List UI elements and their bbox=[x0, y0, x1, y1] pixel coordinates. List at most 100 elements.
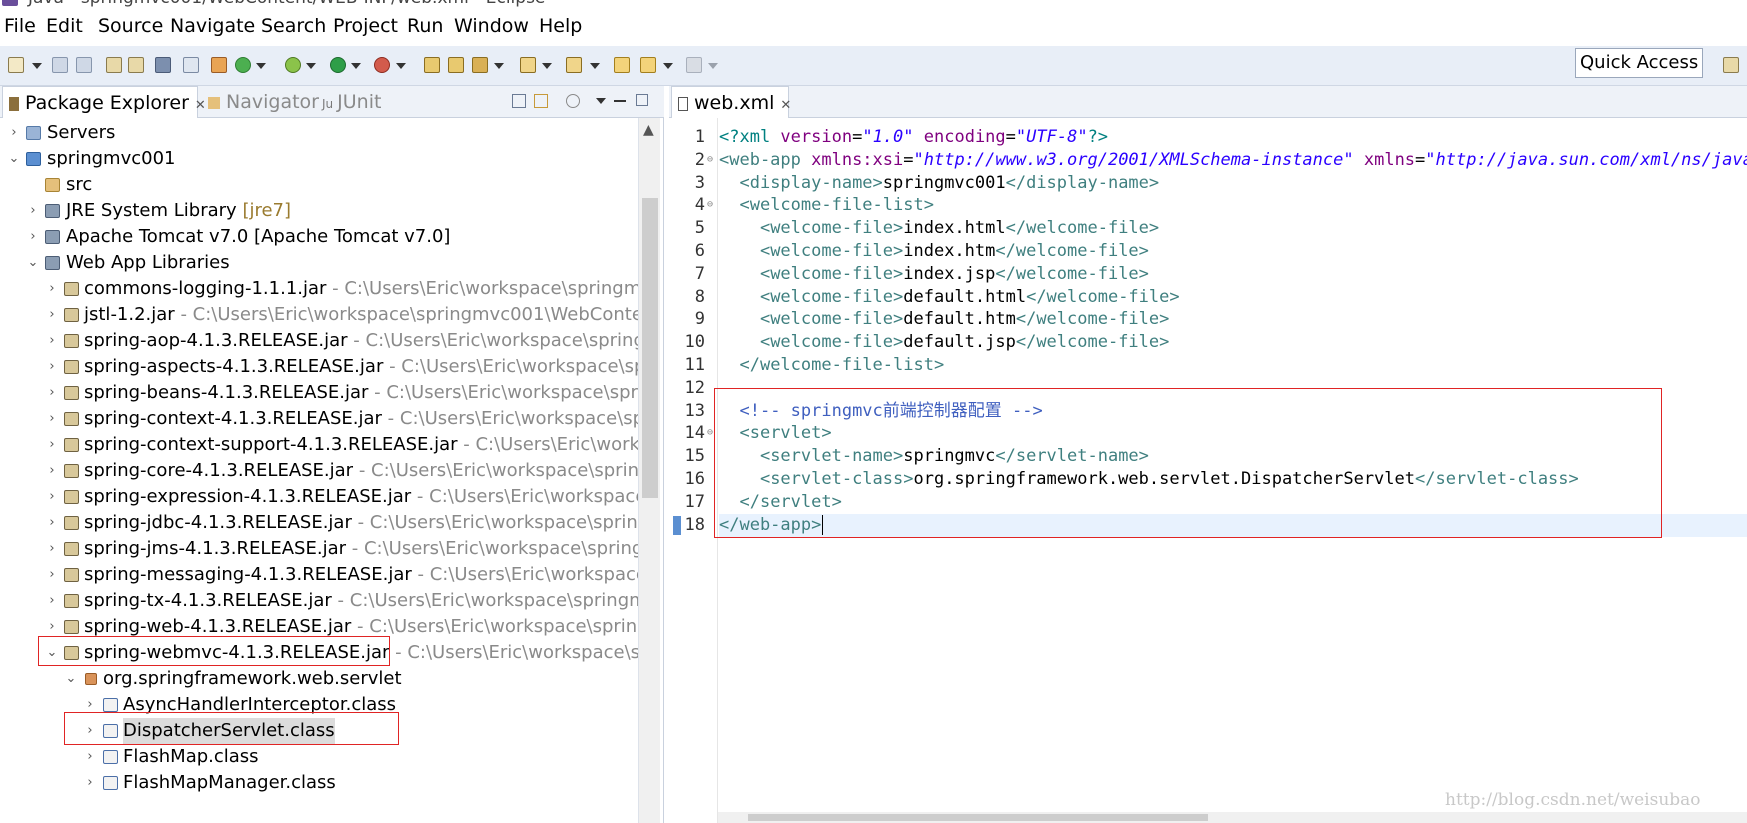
menu-window[interactable]: Window bbox=[454, 15, 529, 37]
annotation-next-icon[interactable] bbox=[520, 57, 536, 73]
tree-item-class[interactable]: › FlashMap.class bbox=[0, 744, 640, 770]
run-dropdown-icon[interactable] bbox=[351, 63, 361, 69]
tree-item-class[interactable]: › FlashMapManager.class bbox=[0, 770, 640, 796]
open-console-icon[interactable] bbox=[128, 57, 144, 73]
new-java-project-icon[interactable] bbox=[211, 57, 227, 73]
tree-vertical-scrollbar[interactable]: ▲ bbox=[638, 118, 660, 823]
code-line[interactable]: <welcome-file>default.htm</welcome-file> bbox=[719, 308, 1169, 331]
scrollbar-thumb[interactable] bbox=[748, 814, 1208, 821]
new-icon[interactable] bbox=[8, 57, 24, 73]
chevron-right-icon[interactable]: › bbox=[46, 510, 58, 536]
save-icon[interactable] bbox=[52, 57, 68, 73]
chevron-right-icon[interactable]: › bbox=[46, 302, 58, 328]
chevron-right-icon[interactable]: › bbox=[46, 328, 58, 354]
tree-item-springmvc001[interactable]: ⌄ springmvc001 bbox=[0, 146, 640, 172]
view-menu-icon[interactable] bbox=[596, 98, 606, 104]
back-dropdown-icon[interactable] bbox=[663, 63, 673, 69]
code-line[interactable]: <welcome-file>default.jsp</welcome-file> bbox=[719, 331, 1169, 354]
close-icon[interactable]: ✕ bbox=[780, 98, 791, 113]
tree-item-jar[interactable]: › jstl-1.2.jar - C:\Users\Eric\workspace… bbox=[0, 302, 640, 328]
chevron-right-icon[interactable]: › bbox=[46, 354, 58, 380]
tree-item-jar[interactable]: › commons-logging-1.1.1.jar - C:\Users\E… bbox=[0, 276, 640, 302]
tree-item-jar[interactable]: › spring-expression-4.1.3.RELEASE.jar - … bbox=[0, 484, 640, 510]
chevron-right-icon[interactable]: › bbox=[46, 458, 58, 484]
tree-item-jre-library[interactable]: › JRE System Library [jre7] bbox=[0, 198, 640, 224]
code-line[interactable]: <?xml version="1.0" encoding="UTF-8"?> bbox=[719, 126, 1108, 149]
code-line[interactable]: <welcome-file>index.htm</welcome-file> bbox=[719, 240, 1149, 263]
tree-item-jar[interactable]: › spring-core-4.1.3.RELEASE.jar - C:\Use… bbox=[0, 458, 640, 484]
menu-file[interactable]: File bbox=[4, 15, 36, 37]
chevron-right-icon[interactable]: › bbox=[46, 432, 58, 458]
chevron-down-icon[interactable]: ⌄ bbox=[8, 146, 20, 172]
menu-source[interactable]: Source bbox=[98, 15, 163, 37]
skip-breakpoints-icon[interactable] bbox=[183, 57, 199, 73]
external-tools-dropdown-icon[interactable] bbox=[396, 63, 406, 69]
chevron-right-icon[interactable]: › bbox=[46, 406, 58, 432]
tab-junit[interactable]: Ju JUnit bbox=[316, 86, 387, 118]
last-edit-icon[interactable] bbox=[614, 57, 630, 73]
maximize-icon[interactable] bbox=[636, 94, 648, 106]
refresh-dropdown-icon[interactable] bbox=[256, 63, 266, 69]
code-line[interactable]: <welcome-file>index.jsp</welcome-file> bbox=[719, 263, 1149, 286]
tree-item-jar[interactable]: › spring-beans-4.1.3.RELEASE.jar - C:\Us… bbox=[0, 380, 640, 406]
fold-toggle-icon[interactable]: ⊖ bbox=[707, 199, 713, 210]
focus-active-task-icon[interactable] bbox=[566, 94, 580, 108]
annotation-next-dropdown-icon[interactable] bbox=[542, 63, 552, 69]
menu-project[interactable]: Project bbox=[333, 15, 398, 37]
fold-toggle-icon[interactable]: ⊖ bbox=[707, 427, 713, 438]
collapse-all-icon[interactable] bbox=[512, 94, 526, 108]
chevron-right-icon[interactable]: › bbox=[46, 536, 58, 562]
debug-icon[interactable] bbox=[285, 57, 301, 73]
search-dropdown-icon[interactable] bbox=[494, 63, 504, 69]
back-icon[interactable] bbox=[640, 57, 656, 73]
new-dropdown-icon[interactable] bbox=[32, 63, 42, 69]
chevron-right-icon[interactable]: › bbox=[46, 562, 58, 588]
scrollbar-thumb[interactable] bbox=[642, 198, 658, 498]
tab-navigator[interactable]: Navigator bbox=[202, 86, 325, 118]
chevron-right-icon[interactable]: › bbox=[8, 120, 20, 146]
tree-item-web-app-libraries[interactable]: ⌄ Web App Libraries bbox=[0, 250, 640, 276]
properties-icon[interactable] bbox=[106, 57, 122, 73]
chevron-right-icon[interactable]: › bbox=[46, 276, 58, 302]
code-line[interactable]: <welcome-file>index.html</welcome-file> bbox=[719, 217, 1159, 240]
chevron-right-icon[interactable]: › bbox=[46, 484, 58, 510]
fold-toggle-icon[interactable]: ⊖ bbox=[707, 154, 713, 165]
chevron-right-icon[interactable]: › bbox=[46, 380, 58, 406]
annotation-prev-icon[interactable] bbox=[566, 57, 582, 73]
tree-item-tomcat[interactable]: › Apache Tomcat v7.0 [Apache Tomcat v7.0… bbox=[0, 224, 640, 250]
annotation-prev-dropdown-icon[interactable] bbox=[590, 63, 600, 69]
code-line[interactable]: <web-app xmlns:xsi="http://www.w3.org/20… bbox=[719, 149, 1747, 172]
chevron-down-icon[interactable]: ⌄ bbox=[27, 250, 39, 276]
editor-horizontal-scrollbar[interactable] bbox=[718, 812, 1747, 823]
external-tools-icon[interactable] bbox=[374, 57, 390, 73]
search-tool-icon[interactable] bbox=[472, 57, 488, 73]
terminal-icon[interactable] bbox=[155, 57, 171, 73]
quick-access-field[interactable]: Quick Access bbox=[1575, 48, 1703, 78]
tree-item-jar[interactable]: › spring-context-4.1.3.RELEASE.jar - C:\… bbox=[0, 406, 640, 432]
chevron-right-icon[interactable]: › bbox=[46, 588, 58, 614]
tree-item-jar[interactable]: › spring-aspects-4.1.3.RELEASE.jar - C:\… bbox=[0, 354, 640, 380]
menu-run[interactable]: Run bbox=[407, 15, 443, 37]
code-line[interactable]: </welcome-file-list> bbox=[719, 354, 944, 377]
tab-web-xml[interactable]: web.xml ✕ bbox=[671, 86, 791, 118]
tree-item-jar[interactable]: › spring-jdbc-4.1.3.RELEASE.jar - C:\Use… bbox=[0, 510, 640, 536]
code-line[interactable]: <welcome-file-list> bbox=[719, 194, 933, 217]
minimize-icon[interactable] bbox=[614, 100, 626, 102]
open-perspective-icon[interactable] bbox=[1723, 57, 1739, 73]
open-type-icon[interactable] bbox=[424, 57, 440, 73]
tree-item-jar[interactable]: › spring-messaging-4.1.3.RELEASE.jar - C… bbox=[0, 562, 640, 588]
refresh-icon[interactable] bbox=[235, 57, 251, 73]
scroll-up-icon[interactable]: ▲ bbox=[643, 122, 654, 138]
tree-item-jar[interactable]: › spring-jms-4.1.3.RELEASE.jar - C:\User… bbox=[0, 536, 640, 562]
debug-dropdown-icon[interactable] bbox=[306, 63, 316, 69]
chevron-down-icon[interactable]: ⌄ bbox=[65, 666, 77, 692]
tree-item-package[interactable]: ⌄ org.springframework.web.servlet bbox=[0, 666, 640, 692]
run-icon[interactable] bbox=[330, 57, 346, 73]
forward-dropdown-icon[interactable] bbox=[708, 63, 718, 69]
tree-item-jar[interactable]: › spring-tx-4.1.3.RELEASE.jar - C:\Users… bbox=[0, 588, 640, 614]
tree-item-jar[interactable]: › spring-context-support-4.1.3.RELEASE.j… bbox=[0, 432, 640, 458]
menu-help[interactable]: Help bbox=[539, 15, 582, 37]
tree-item-src[interactable]: src bbox=[0, 172, 640, 198]
menu-navigate[interactable]: Navigate bbox=[170, 15, 255, 37]
tree-item-servers[interactable]: › Servers bbox=[0, 120, 640, 146]
